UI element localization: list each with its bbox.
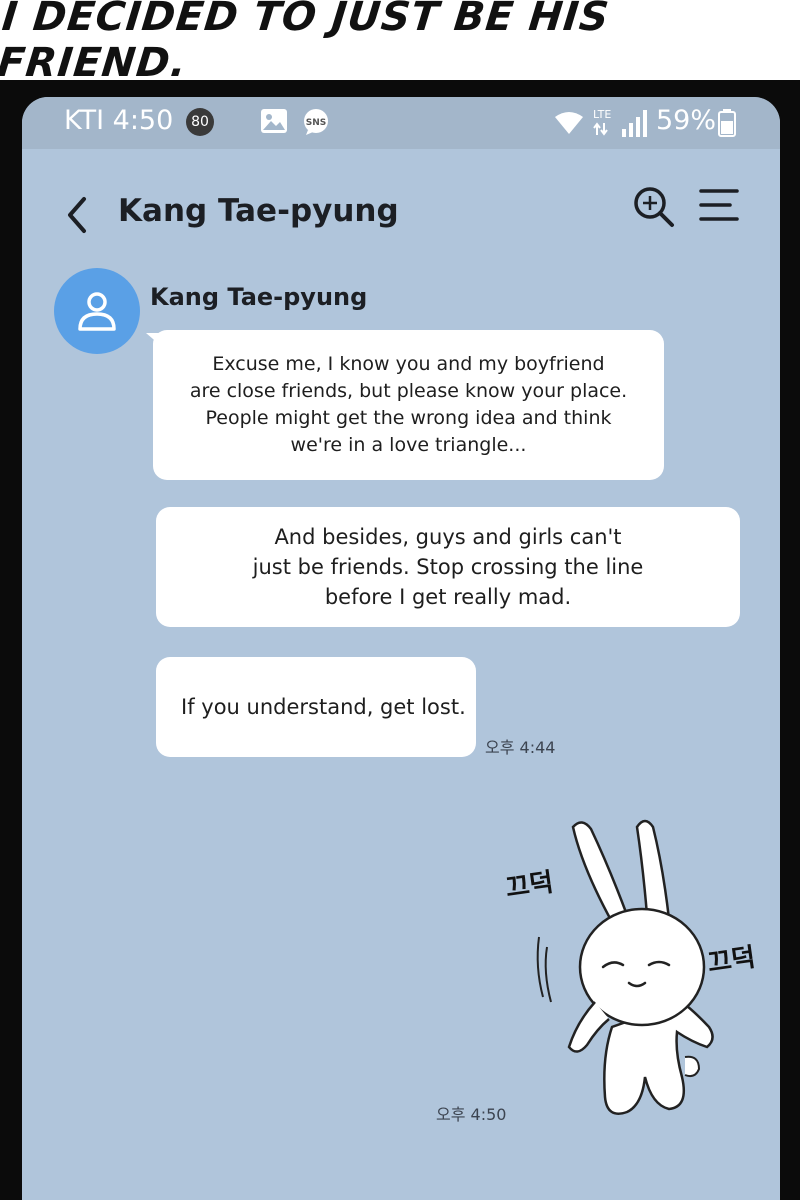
image-icon xyxy=(261,109,287,133)
phone-screen: KTI 4:50 80 SNS LTE 59% Kang Tae-pyung K… xyxy=(22,97,780,1200)
sns-icon-label: SNS xyxy=(306,118,327,128)
wifi-icon xyxy=(555,112,583,134)
sender-name: Kang Tae-pyung xyxy=(150,283,368,311)
search-zoom-button[interactable] xyxy=(632,185,676,229)
signal-icon: LTE xyxy=(593,108,647,137)
menu-icon xyxy=(699,189,739,221)
battery-icon xyxy=(718,109,736,137)
sfx-right: 끄덕 xyxy=(706,943,758,979)
sticker-timestamp: 오후 4:50 xyxy=(436,1105,507,1124)
status-carrier-time: KTI 4:50 xyxy=(64,105,174,136)
rabbit-sticker-icon[interactable]: 끄덕 끄덕 xyxy=(477,807,777,1137)
caption-text: I DECIDED TO JUST BE HIS FRIEND. xyxy=(0,0,612,86)
message-timestamp: 오후 4:44 xyxy=(485,738,556,757)
back-icon xyxy=(68,197,86,233)
status-bar: KTI 4:50 80 SNS LTE 59% xyxy=(22,97,780,149)
network-label: LTE xyxy=(593,108,611,121)
search-zoom-icon xyxy=(634,187,674,227)
message-bubble-2[interactable]: And besides, guys and girls can't just b… xyxy=(156,507,740,627)
message-bubble-3[interactable]: If you understand, get lost. xyxy=(156,657,476,757)
sfx-left: 끄덕 xyxy=(504,868,556,904)
message-bubble-1[interactable]: Excuse me, I know you and my boyfriend a… xyxy=(153,330,664,480)
chat-title: Kang Tae-pyung xyxy=(118,193,399,229)
battery-percent: 59% xyxy=(656,105,717,136)
comic-caption: I DECIDED TO JUST BE HIS FRIEND. xyxy=(0,0,800,86)
avatar[interactable] xyxy=(54,268,140,354)
back-button[interactable] xyxy=(62,195,94,235)
menu-button[interactable] xyxy=(698,187,740,223)
notification-count-badge: 80 xyxy=(186,108,214,136)
sns-icon: SNS xyxy=(304,109,328,135)
user-icon xyxy=(78,292,116,331)
